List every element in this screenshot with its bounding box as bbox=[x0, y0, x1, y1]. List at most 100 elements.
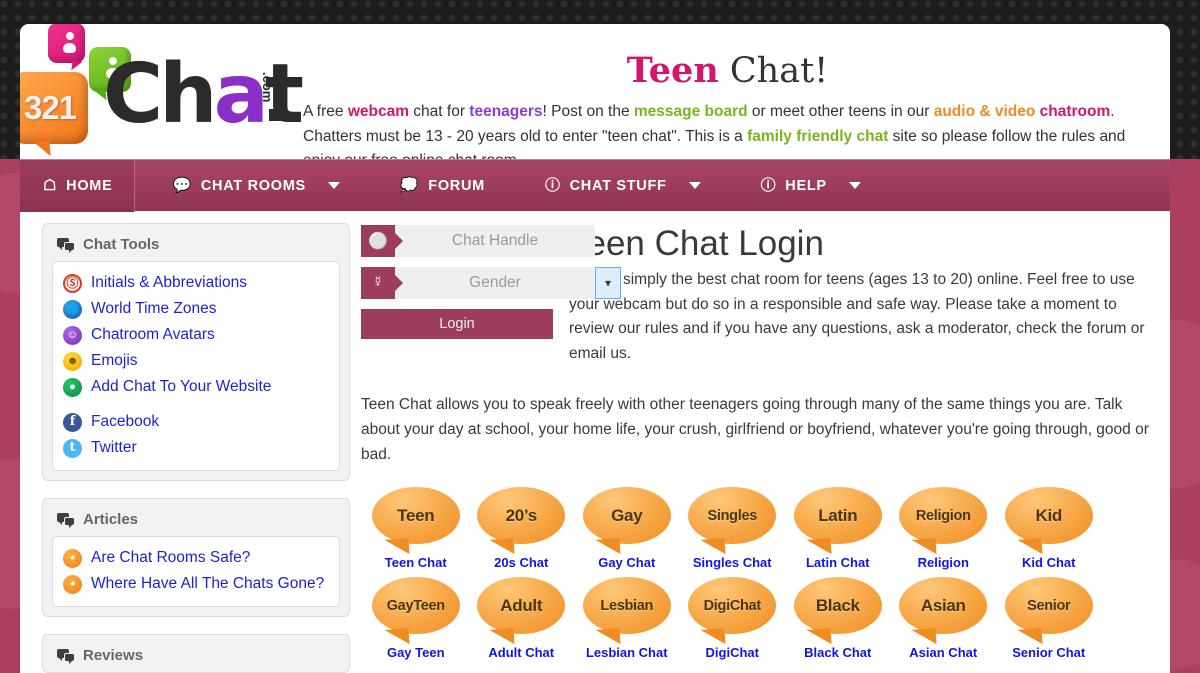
chevron-down-icon[interactable]: ▾ bbox=[595, 267, 621, 299]
speech-bubble-icon: GayTeen bbox=[371, 577, 460, 634]
logo-a: a bbox=[213, 47, 269, 142]
chat-room-tile[interactable]: Lesbian Lesbian Chat bbox=[574, 577, 680, 660]
nav-item-forum[interactable]: 💭 FORUM bbox=[377, 160, 508, 212]
list-item[interactable]: ◕ Are Chat Rooms Safe? bbox=[63, 545, 329, 571]
chat-room-label[interactable]: Religion bbox=[891, 555, 997, 570]
nav-item-label: FORUM bbox=[428, 177, 485, 194]
nav-item-help[interactable]: ⓘ HELP bbox=[738, 160, 884, 212]
link-twitter[interactable]: Twitter bbox=[91, 437, 137, 459]
abbreviations-icon: Ⓢ bbox=[63, 273, 82, 293]
chat-room-tile[interactable]: Asian Asian Chat bbox=[891, 577, 997, 660]
page-title: Teen Chat! bbox=[303, 48, 1152, 94]
chat-room-label[interactable]: Kid Chat bbox=[996, 555, 1102, 570]
chat-room-tile[interactable]: Religion Religion bbox=[891, 487, 997, 570]
gender-field[interactable]: ☿ ▾ bbox=[361, 267, 621, 299]
chat-handle-input[interactable] bbox=[395, 225, 595, 257]
speech-bubble-icon: Teen bbox=[371, 487, 460, 544]
link-initials-abbreviations[interactable]: Initials & Abbreviations bbox=[91, 272, 247, 294]
chat-bubbles-icon bbox=[57, 513, 74, 528]
chat-room-label[interactable]: Black Chat bbox=[785, 645, 891, 660]
panel-title: Chat Tools bbox=[83, 236, 160, 253]
panel-chat-tools-body: Ⓢ Initials & Abbreviations 🌐 World Time … bbox=[52, 261, 340, 471]
chat-room-label[interactable]: Teen Chat bbox=[363, 555, 469, 570]
chevron-down-icon bbox=[848, 182, 861, 189]
page-title-highlight: Teen bbox=[626, 50, 719, 91]
tagline-teenagers: teenagers bbox=[469, 103, 543, 120]
page-body: Chat Tools Ⓢ Initials & Abbreviations 🌐 … bbox=[20, 211, 1170, 673]
chat-room-tile[interactable]: Singles Singles Chat bbox=[680, 487, 786, 570]
book-icon: ◕ bbox=[63, 574, 82, 594]
nav-item-label: CHAT STUFF bbox=[569, 177, 667, 194]
login-button[interactable]: Login bbox=[361, 309, 553, 339]
tagline-part: or meet other teens in our bbox=[747, 103, 934, 120]
nav-item-chat-stuff[interactable]: ⓘ CHAT STUFF bbox=[522, 160, 724, 212]
book-icon: ◕ bbox=[63, 548, 82, 568]
chat-room-tile[interactable]: Black Black Chat bbox=[785, 577, 891, 660]
chat-room-tile[interactable]: Adult Adult Chat bbox=[469, 577, 575, 660]
chat-room-label[interactable]: Lesbian Chat bbox=[574, 645, 680, 660]
chat-room-bubble-text: Lesbian bbox=[600, 597, 654, 614]
chat-room-label[interactable]: Gay Chat bbox=[574, 555, 680, 570]
panel-title: Reviews bbox=[83, 647, 144, 664]
chat-room-tile[interactable]: Gay Gay Chat bbox=[574, 487, 680, 570]
nav-item-chat-rooms[interactable]: 💬 CHAT ROOMS bbox=[149, 160, 362, 212]
list-item[interactable]: Ⓢ Initials & Abbreviations bbox=[63, 270, 329, 296]
info-circle-icon: ⓘ bbox=[760, 177, 777, 194]
speech-bubble-icon: Singles bbox=[688, 487, 777, 544]
chat-room-label[interactable]: Senior Chat bbox=[996, 645, 1102, 660]
chat-room-bubble-text: Gay bbox=[611, 505, 643, 525]
link-emojis[interactable]: Emojis bbox=[91, 350, 138, 372]
speech-bubble-icon: Senior bbox=[1004, 577, 1093, 634]
chat-room-bubble-text: Religion bbox=[915, 507, 971, 524]
chat-room-tile[interactable]: Latin Latin Chat bbox=[785, 487, 891, 570]
site-logo[interactable]: 321 Chat .com bbox=[20, 24, 304, 160]
panel-reviews-header: Reviews bbox=[52, 643, 340, 672]
chat-room-label[interactable]: DigiChat bbox=[680, 645, 786, 660]
chat-room-label[interactable]: Asian Chat bbox=[891, 645, 997, 660]
page-container: 321 Chat .com Teen Chat! A free webcam c… bbox=[20, 24, 1170, 673]
gender-select[interactable] bbox=[395, 267, 595, 299]
list-item[interactable]: ☺ Chatroom Avatars bbox=[63, 322, 329, 348]
link-facebook[interactable]: Facebook bbox=[91, 411, 159, 433]
chat-room-tile[interactable]: Kid Kid Chat bbox=[996, 487, 1102, 570]
chat-room-tile[interactable]: Senior Senior Chat bbox=[996, 577, 1102, 660]
at-circle-icon: ⓘ bbox=[544, 177, 561, 194]
chat-room-label[interactable]: Gay Teen bbox=[363, 645, 469, 660]
tagline-part: chat for bbox=[408, 103, 470, 120]
list-item[interactable]: ☻ Emojis bbox=[63, 348, 329, 374]
list-item[interactable]: ◕ Where Have All The Chats Gone? bbox=[63, 571, 329, 597]
link-add-chat-to-your-website[interactable]: Add Chat To Your Website bbox=[91, 376, 271, 398]
link-are-chat-rooms-safe[interactable]: Are Chat Rooms Safe? bbox=[91, 547, 250, 569]
panel-articles-header: Articles bbox=[52, 507, 340, 536]
nav-item-home[interactable]: ☖ HOME bbox=[20, 159, 136, 212]
chat-room-label[interactable]: 20s Chat bbox=[469, 555, 575, 570]
panel-title: Articles bbox=[83, 511, 139, 528]
tagline-part: . bbox=[1110, 103, 1115, 120]
chat-room-label[interactable]: Singles Chat bbox=[680, 555, 786, 570]
list-item[interactable]: t Twitter bbox=[63, 435, 329, 461]
list-item[interactable]: f Facebook bbox=[63, 409, 329, 435]
chat-bubbles-icon: 💬 bbox=[172, 177, 192, 194]
chat-room-tile[interactable]: Teen Teen Chat bbox=[363, 487, 469, 570]
chat-bubbles-icon bbox=[57, 649, 74, 664]
home-icon: ☖ bbox=[43, 177, 58, 194]
list-item[interactable]: ● Add Chat To Your Website bbox=[63, 374, 329, 400]
chat-room-tile[interactable]: DigiChat DigiChat bbox=[680, 577, 786, 660]
gender-symbols-icon: ☿ bbox=[361, 267, 395, 299]
link-chatroom-avatars[interactable]: Chatroom Avatars bbox=[91, 324, 215, 346]
link-world-time-zones[interactable]: World Time Zones bbox=[91, 298, 216, 320]
chat-room-tile[interactable]: GayTeen Gay Teen bbox=[363, 577, 469, 660]
speech-bubble-icon: Adult bbox=[477, 577, 566, 634]
main-navigation: ☖ HOME 💬 CHAT ROOMS 💭 FORUM ⓘ CHAT STUFF… bbox=[20, 159, 1170, 212]
speech-bubble-icon: Black bbox=[793, 577, 882, 634]
speech-bubble-icon: DigiChat bbox=[688, 577, 777, 634]
link-where-have-all-the-chats-gone[interactable]: Where Have All The Chats Gone? bbox=[91, 573, 324, 595]
user-icon: ⚪ bbox=[361, 225, 395, 257]
chat-room-tile[interactable]: 20’s 20s Chat bbox=[469, 487, 575, 570]
list-item[interactable]: 🌐 World Time Zones bbox=[63, 296, 329, 322]
chat-handle-field[interactable]: ⚪ bbox=[361, 225, 595, 257]
chat-room-label[interactable]: Adult Chat bbox=[469, 645, 575, 660]
chat-room-bubble-text: Teen bbox=[397, 505, 435, 525]
chat-room-label[interactable]: Latin Chat bbox=[785, 555, 891, 570]
logo-tld: .com bbox=[260, 72, 275, 103]
